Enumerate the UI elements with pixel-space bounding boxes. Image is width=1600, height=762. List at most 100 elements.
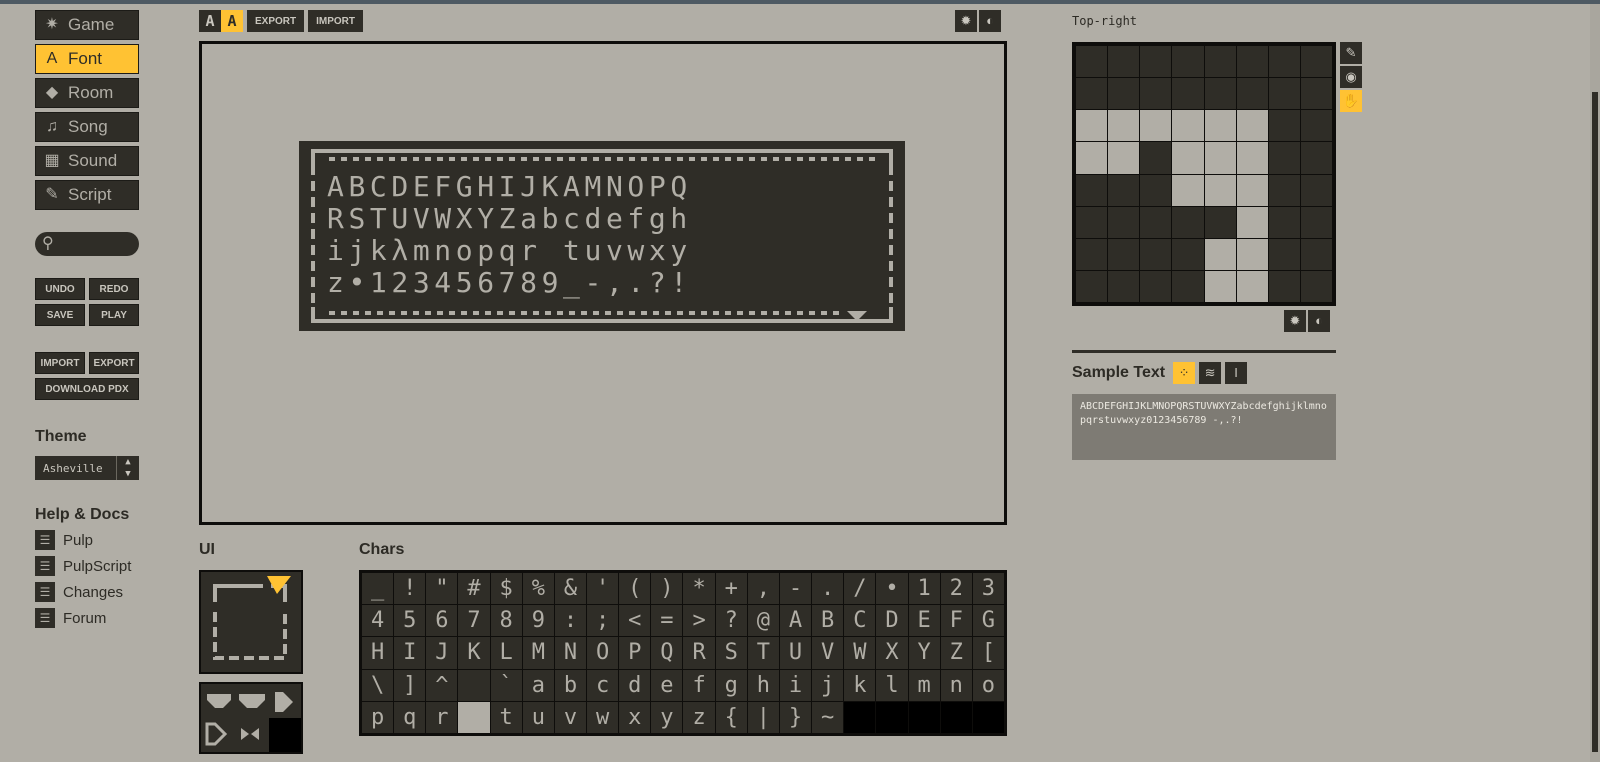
char-cell[interactable]: u [522, 701, 554, 733]
editor-pixel[interactable] [1204, 174, 1236, 206]
editor-pixel[interactable] [1076, 78, 1108, 110]
editor-pixel[interactable] [1172, 174, 1204, 206]
char-cell[interactable]: P [619, 637, 651, 669]
char-cell[interactable]: B [812, 605, 844, 637]
char-cell[interactable]: 9 [522, 605, 554, 637]
char-cell[interactable]: 6 [426, 605, 458, 637]
char-cell[interactable]: > [683, 605, 715, 637]
hand-icon[interactable]: ✋ [1340, 90, 1362, 112]
char-cell[interactable]: C [844, 605, 876, 637]
sample-text-area[interactable]: ABCDEFGHIJKLMNOPQRSTUVWXYZabcdefghijklmn… [1072, 394, 1336, 460]
play-button[interactable]: PLAY [89, 304, 139, 326]
editor-pixel[interactable] [1300, 78, 1332, 110]
char-cell[interactable]: O [587, 637, 619, 669]
char-cell[interactable]: ! [394, 573, 426, 605]
editor-pixel[interactable] [1204, 78, 1236, 110]
char-cell[interactable]: G [972, 605, 1004, 637]
char-cell[interactable]: e [651, 669, 683, 701]
char-cell[interactable]: ^ [426, 669, 458, 701]
editor-pixel[interactable] [1300, 110, 1332, 142]
char-cell[interactable]: - [779, 573, 812, 605]
char-cell[interactable]: q [394, 701, 426, 733]
editor-pixel[interactable] [1236, 238, 1268, 270]
editor-pixel[interactable] [1108, 238, 1140, 270]
editor-pixel[interactable] [1236, 206, 1268, 238]
char-cell[interactable]: , [747, 573, 779, 605]
char-cell[interactable]: f [683, 669, 715, 701]
char-cell[interactable]: • [876, 573, 908, 605]
editor-pixel[interactable] [1236, 174, 1268, 206]
char-cell[interactable]: k [844, 669, 876, 701]
char-cell[interactable]: ] [394, 669, 426, 701]
char-cell[interactable]: d [619, 669, 651, 701]
char-cell[interactable]: @ [747, 605, 779, 637]
char-cell[interactable]: Y [908, 637, 940, 669]
char-cell[interactable]: p [362, 701, 394, 733]
export-font-button[interactable]: EXPORT [247, 10, 305, 32]
editor-pixel[interactable] [1140, 142, 1172, 174]
editor-pixel[interactable] [1300, 206, 1332, 238]
char-cell[interactable]: ` [490, 669, 522, 701]
editor-pixel[interactable] [1204, 46, 1236, 78]
char-cell[interactable]: [ [972, 637, 1004, 669]
editor-pixel[interactable] [1268, 206, 1300, 238]
search-input[interactable]: ⚲ [35, 232, 139, 256]
editor-pixel[interactable] [1204, 238, 1236, 270]
char-cell[interactable]: j [812, 669, 844, 701]
help-link-pulpscript[interactable]: ☰ PulpScript [35, 556, 139, 576]
editor-pixel[interactable] [1076, 46, 1108, 78]
char-cell[interactable]: m [908, 669, 940, 701]
editor-pixel[interactable] [1076, 270, 1108, 302]
char-cell[interactable]: : [554, 605, 587, 637]
char-cell[interactable]: M [522, 637, 554, 669]
char-cell[interactable]: . [812, 573, 844, 605]
char-cell[interactable]: z [683, 701, 715, 733]
char-cell[interactable]: r [426, 701, 458, 733]
tile-pixel-editor[interactable] [1072, 42, 1336, 306]
char-cell[interactable]: W [844, 637, 876, 669]
save-button[interactable]: SAVE [35, 304, 85, 326]
char-cell[interactable]: * [683, 573, 715, 605]
nav-item-song[interactable]: ♫ Song [35, 112, 139, 142]
page-scrollbar-thumb[interactable] [1592, 92, 1598, 752]
theme-select[interactable]: Asheville ▲ ▼ [35, 456, 139, 480]
editor-pixel[interactable] [1108, 110, 1140, 142]
char-cell[interactable]: a [522, 669, 554, 701]
char-cell[interactable]: b [554, 669, 587, 701]
import-font-button[interactable]: IMPORT [308, 10, 364, 32]
char-cell[interactable]: F [940, 605, 972, 637]
editor-pixel[interactable] [1204, 270, 1236, 302]
contrast-icon[interactable]: ◐ [1308, 310, 1330, 332]
brightness-icon[interactable]: ✹ [1284, 310, 1306, 332]
char-cell[interactable]: H [362, 637, 394, 669]
char-cell[interactable]: " [426, 573, 458, 605]
char-cell[interactable]: i [779, 669, 812, 701]
char-cell[interactable]: l [876, 669, 908, 701]
editor-pixel[interactable] [1172, 206, 1204, 238]
char-cell[interactable]: I [394, 637, 426, 669]
char-cell[interactable]: < [619, 605, 651, 637]
char-cell[interactable]: ) [651, 573, 683, 605]
grid-view-icon[interactable]: ⁘ [1173, 362, 1196, 384]
editor-pixel[interactable] [1268, 46, 1300, 78]
editor-pixel[interactable] [1300, 238, 1332, 270]
char-cell[interactable]: K [458, 637, 490, 669]
char-cell[interactable]: S [715, 637, 747, 669]
char-cell[interactable]: w [587, 701, 619, 733]
editor-pixel[interactable] [1076, 110, 1108, 142]
editor-pixel[interactable] [1108, 270, 1140, 302]
char-cell[interactable]: Z [940, 637, 972, 669]
editor-pixel[interactable] [1268, 270, 1300, 302]
editor-pixel[interactable] [1236, 270, 1268, 302]
char-cell[interactable]: 8 [490, 605, 522, 637]
editor-pixel[interactable] [1140, 238, 1172, 270]
char-cell[interactable]: _ [362, 573, 394, 605]
char-cell[interactable]: c [587, 669, 619, 701]
char-cell[interactable] [940, 701, 972, 733]
char-cell[interactable]: 3 [972, 573, 1004, 605]
char-cell[interactable]: L [490, 637, 522, 669]
editor-pixel[interactable] [1140, 110, 1172, 142]
large-font-toggle[interactable]: A [221, 10, 243, 32]
char-cell[interactable]: A [779, 605, 812, 637]
export-project-button[interactable]: EXPORT [89, 352, 139, 374]
